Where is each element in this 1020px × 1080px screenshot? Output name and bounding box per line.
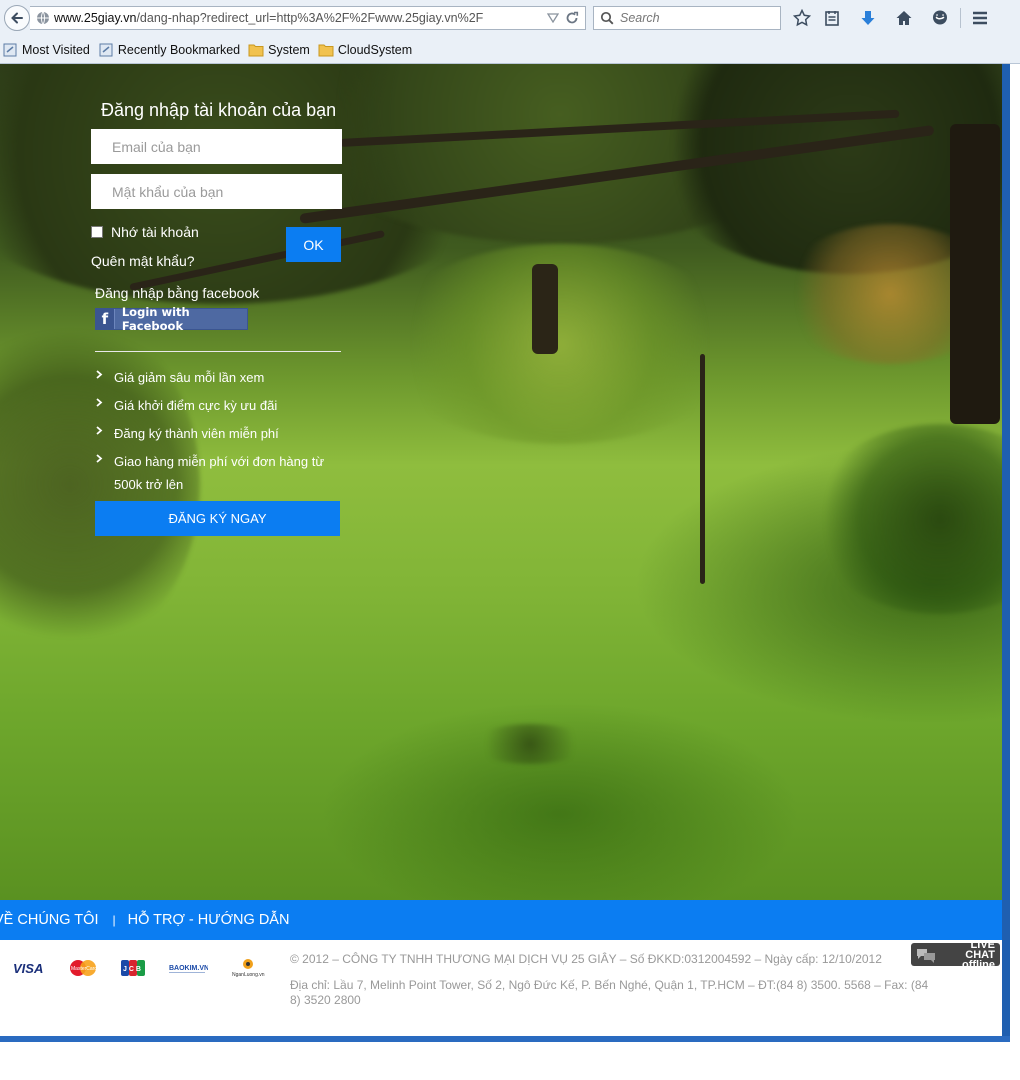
search-placeholder: Search <box>620 11 660 25</box>
download-icon[interactable] <box>858 8 878 28</box>
reading-list-icon[interactable] <box>822 8 842 28</box>
chevron-right-icon <box>96 398 103 407</box>
bookmark-folder-system[interactable]: System <box>248 43 310 57</box>
live-chat-title: LIVE CHAT <box>965 938 995 961</box>
footer-nav-separator: | <box>112 913 116 927</box>
dropdown-icon[interactable] <box>547 13 559 23</box>
bookmark-page-icon <box>98 43 114 57</box>
page-viewport: Đăng nhập tài khoản của bạn Nhớ tài khoả… <box>0 64 1002 1036</box>
list-item: Đăng ký thành viên miễn phí <box>95 422 341 445</box>
svg-text:MasterCard: MasterCard <box>71 966 97 972</box>
bookmark-most-visited[interactable]: Most Visited <box>2 43 90 57</box>
chevron-right-icon <box>96 426 103 435</box>
divider <box>95 351 341 352</box>
live-chat-status: offline <box>962 958 995 971</box>
copyright-text: © 2012 – CÔNG TY TNHH THƯƠNG MẠI DỊCH VỤ… <box>290 952 882 966</box>
signup-button[interactable]: ĐĂNG KÝ NGAY <box>95 501 340 536</box>
bookmark-label: Recently Bookmarked <box>117 43 241 57</box>
folder-icon <box>248 43 264 57</box>
footer-nav: VỀ CHÚNG TÔI | HỖ TRỢ - HƯỚNG DẪN <box>0 900 1002 940</box>
remember-label: Nhớ tài khoản <box>111 224 199 240</box>
benefit-text: Giá giảm sâu mỗi lần xem <box>114 370 265 385</box>
list-item: Giá giảm sâu mỗi lần xem <box>95 366 341 389</box>
benefit-text: Đăng ký thành viên miễn phí <box>114 426 279 441</box>
benefit-text: Giá khởi điểm cực kỳ ưu đãi <box>114 398 278 413</box>
bookmark-label: System <box>268 43 310 57</box>
bookmark-folder-cloudsystem[interactable]: CloudSystem <box>318 43 412 57</box>
chevron-right-icon <box>96 370 103 379</box>
address-text: Địa chỉ: Lầu 7, Melinh Point Tower, Số 2… <box>290 978 929 1007</box>
login-title: Đăng nhập tài khoản của bạn <box>101 100 337 120</box>
url-domain: www.25giay.vn <box>54 11 137 25</box>
list-item: Giá khởi điểm cực kỳ ưu đãi <box>95 394 341 417</box>
facebook-button-label: Login with Facebook <box>121 305 190 333</box>
svg-text:BAOKIM.VN: BAOKIM.VN <box>169 965 208 972</box>
vertical-scrollbar[interactable] <box>1002 64 1010 1036</box>
visa-logo: VISA <box>12 961 46 975</box>
bookmark-page-icon <box>2 43 18 57</box>
ok-button[interactable]: OK <box>286 227 341 262</box>
search-box[interactable]: Search <box>593 6 781 30</box>
benefit-text: Giao hàng miễn phí với đơn hàng từ 500k … <box>114 454 325 492</box>
jcb-logo: J C B <box>120 959 146 977</box>
svg-text:J C B: J C B <box>123 966 141 973</box>
folder-icon <box>318 43 334 57</box>
forgot-password-link[interactable]: Quên mật khẩu? <box>91 253 195 269</box>
email-field[interactable] <box>91 129 342 164</box>
back-arrow-icon <box>11 12 23 24</box>
address-bar[interactable]: www.25giay.vn/dang-nhap?redirect_url=htt… <box>30 6 586 30</box>
remember-me[interactable]: Nhớ tài khoản <box>91 224 199 240</box>
chat-bubble-icon <box>915 946 937 964</box>
facebook-icon: f <box>96 309 115 329</box>
footer-link-support[interactable]: HỖ TRỢ - HƯỚNG DẪN <box>128 912 290 928</box>
url-path: /dang-nhap?redirect_url=http%3A%2F%2Fwww… <box>136 11 484 25</box>
mastercard-logo: MasterCard <box>68 959 98 977</box>
svg-text:VISA: VISA <box>13 961 43 975</box>
facebook-login-button[interactable]: f Login with Facebook <box>95 305 248 333</box>
globe-icon <box>36 11 50 25</box>
bookmarks-toolbar: Most Visited Recently Bookmarked System … <box>0 38 1020 62</box>
footer-link-about[interactable]: VỀ CHÚNG TÔI <box>0 912 98 928</box>
back-button[interactable] <box>4 5 30 31</box>
footer-info: VISA MasterCard J C B BAOKIM.VN NganLuon… <box>0 940 1002 1036</box>
svg-text:NganLuong.vn: NganLuong.vn <box>232 972 265 978</box>
menu-icon[interactable] <box>970 8 990 28</box>
reload-icon[interactable] <box>565 11 579 25</box>
bookmark-label: CloudSystem <box>337 43 413 57</box>
search-icon <box>600 11 614 25</box>
navigation-toolbar: www.25giay.vn/dang-nhap?redirect_url=htt… <box>0 0 1020 36</box>
password-field[interactable] <box>91 174 342 209</box>
nganluong-logo: NganLuong.vn <box>230 958 266 978</box>
chat-icon[interactable] <box>930 8 950 28</box>
toolbar-separator <box>960 8 961 28</box>
star-icon[interactable] <box>792 8 812 28</box>
browser-chrome: www.25giay.vn/dang-nhap?redirect_url=htt… <box>0 0 1020 64</box>
benefits-list: Giá giảm sâu mỗi lần xem Giá khởi điểm c… <box>95 366 341 501</box>
home-icon[interactable] <box>894 8 914 28</box>
baokim-logo: BAOKIM.VN <box>168 961 208 975</box>
remember-checkbox[interactable] <box>91 226 103 238</box>
url-text: www.25giay.vn/dang-nhap?redirect_url=htt… <box>54 11 547 25</box>
facebook-login-label: Đăng nhập bằng facebook <box>95 285 260 301</box>
company-info: © 2012 – CÔNG TY TNHH THƯƠNG MẠI DỊCH VỤ… <box>290 952 940 1008</box>
page-bottom-border <box>0 1036 1010 1042</box>
list-item: Giao hàng miễn phí với đơn hàng từ 500k … <box>95 450 341 496</box>
bookmark-label: Most Visited <box>22 43 90 57</box>
bookmark-recently-bookmarked[interactable]: Recently Bookmarked <box>98 43 240 57</box>
live-chat-widget[interactable]: LIVE CHAT offline <box>911 939 1000 970</box>
chevron-right-icon <box>96 454 103 463</box>
payment-logos: VISA MasterCard J C B BAOKIM.VN NganLuon… <box>12 958 288 978</box>
